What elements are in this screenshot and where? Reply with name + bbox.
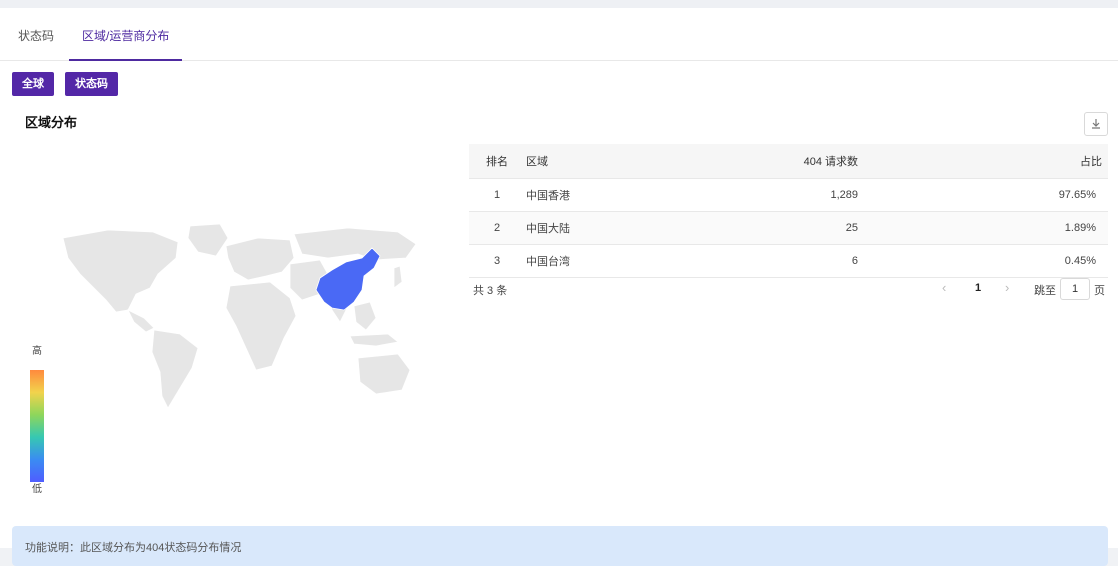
map-region-indonesia (349, 333, 399, 347)
prev-page-icon[interactable]: ‹ (942, 280, 946, 295)
legend-high-label: 高 (32, 346, 42, 357)
table-row: 3 中国台湾 6 0.45% (469, 244, 1108, 278)
tab-region-operator[interactable]: 区域/运营商分布 (68, 18, 183, 61)
map-region-japan (393, 265, 403, 289)
cell-ratio: 0.45% (859, 244, 1108, 278)
world-map (62, 223, 417, 409)
page-suffix: 页 (1094, 285, 1105, 297)
cell-count: 25 (707, 211, 859, 245)
cell-rank: 3 (469, 244, 525, 278)
map-region-europe (225, 237, 295, 281)
pagination: 共 3 条 ‹ 1 › 跳至 页 (469, 278, 1108, 300)
total-count: 共 3 条 (473, 285, 508, 297)
map-region-southeast-asia (353, 301, 377, 331)
notice-text: 功能说明：此区域分布为404状态码分布情况 (25, 542, 242, 554)
map-region-south-america (151, 329, 199, 409)
page-number[interactable]: 1 (975, 282, 981, 294)
next-page-icon[interactable]: › (1005, 280, 1009, 295)
table-row: 2 中国大陆 25 1.89% (469, 211, 1108, 245)
cell-region: 中国大陆 (525, 211, 707, 245)
global-filter-button[interactable]: 全球 (12, 72, 54, 96)
content-card: 状态码 区域/运营商分布 全球 状态码 区域分布 高 低 排名 区域 404 请… (0, 8, 1118, 566)
map-region-north-america (62, 229, 179, 313)
top-strip (0, 0, 1118, 8)
map-region-central-america (127, 309, 155, 333)
cell-ratio: 97.65% (859, 178, 1108, 212)
cell-rank: 1 (469, 178, 525, 212)
map-region-africa (225, 281, 297, 371)
legend-gradient-bar (30, 370, 44, 482)
table-row: 1 中国香港 1,289 97.65% (469, 178, 1108, 212)
status-code-filter-button[interactable]: 状态码 (65, 72, 118, 96)
map-region-greenland (187, 223, 229, 257)
legend-low-label: 低 (32, 484, 42, 495)
region-table: 排名 区域 404 请求数 占比 1 中国香港 1,289 97.65% 2 中… (469, 144, 1108, 278)
header-region[interactable]: 区域 (525, 144, 707, 179)
header-count[interactable]: 404 请求数 (707, 144, 859, 179)
jump-label: 跳至 (1034, 285, 1056, 297)
download-button[interactable] (1084, 112, 1108, 136)
cell-region: 中国台湾 (525, 244, 707, 278)
map-region-australia (357, 353, 411, 395)
download-icon (1092, 119, 1100, 129)
map-region-north-asia (293, 227, 417, 261)
cell-ratio: 1.89% (859, 211, 1108, 245)
table-header-row: 排名 区域 404 请求数 占比 (469, 144, 1108, 179)
cell-rank: 2 (469, 211, 525, 245)
cell-region: 中国香港 (525, 178, 707, 212)
cell-count: 1,289 (707, 178, 859, 212)
cell-count: 6 (707, 244, 859, 278)
section-title: 区域分布 (25, 115, 78, 130)
notice-banner: 功能说明：此区域分布为404状态码分布情况 (12, 526, 1108, 566)
header-ratio[interactable]: 占比 (859, 144, 1108, 179)
tab-bar: 状态码 区域/运营商分布 (0, 18, 1118, 61)
header-rank[interactable]: 排名 (469, 144, 525, 179)
jump-page-input[interactable]: 1 (1060, 278, 1090, 300)
tab-status-code[interactable]: 状态码 (18, 18, 54, 60)
